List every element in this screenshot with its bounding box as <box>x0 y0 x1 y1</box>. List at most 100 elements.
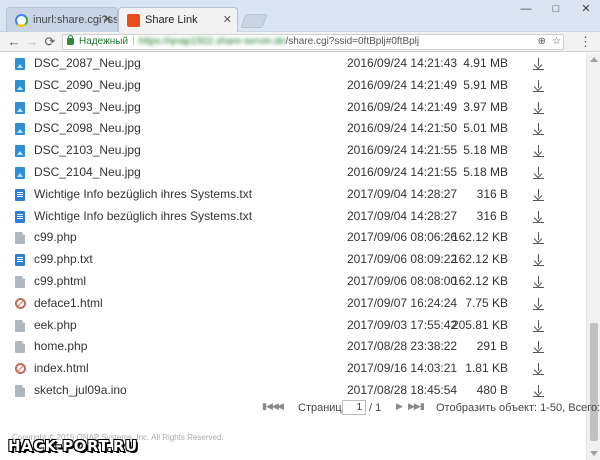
file-row[interactable]: DSC_2093_Neu.jpg 2016/09/24 14:21:49 3.97 … <box>0 97 586 119</box>
file-row[interactable]: c99.php 2017/09/06 08:06:26 162.12 KB <box>0 227 586 249</box>
file-name[interactable]: DSC_2090_Neu.jpg <box>34 75 141 97</box>
zoom-icon[interactable]: ⊕ <box>538 35 546 49</box>
file-name[interactable]: DSC_2098_Neu.jpg <box>34 118 141 140</box>
tab-share-link[interactable]: Share Link ✕ <box>118 7 238 32</box>
file-list: DSC_2087_Neu.jpg 2016/09/24 14:21:43 4.91 … <box>0 53 586 402</box>
page-number-input[interactable] <box>342 400 366 415</box>
download-icon[interactable] <box>533 57 545 71</box>
file-name[interactable]: home.php <box>34 336 87 358</box>
file-size: 3.97 MB <box>463 99 508 114</box>
file-row[interactable]: DSC_2103_Neu.jpg 2016/09/24 14:21:55 5.18 … <box>0 140 586 162</box>
file-name[interactable]: eek.php <box>34 315 77 337</box>
file-row[interactable]: c99.phtml 2017/09/06 08:08:00 162.12 KB <box>0 271 586 293</box>
file-name[interactable]: DSC_2087_Neu.jpg <box>34 53 141 75</box>
download-icon[interactable] <box>533 101 545 115</box>
forward-arrow-icon[interactable]: → <box>24 34 40 50</box>
file-name[interactable]: DSC_2093_Neu.jpg <box>34 97 141 119</box>
download-icon[interactable] <box>533 384 545 398</box>
window-close-button[interactable]: ✕ <box>576 2 596 16</box>
minimize-button[interactable]: — <box>516 2 536 16</box>
reload-icon[interactable]: ⟳ <box>42 34 58 50</box>
share-link-page: DSC_2087_Neu.jpg 2016/09/24 14:21:43 4.91 … <box>0 53 600 460</box>
download-icon[interactable] <box>533 253 545 267</box>
scroll-thumb[interactable] <box>590 323 598 441</box>
file-size: 316 B <box>476 186 508 201</box>
file-name[interactable]: DSC_2103_Neu.jpg <box>34 140 141 162</box>
image-file-icon <box>15 58 25 70</box>
file-name[interactable]: DSC_2104_Neu.jpg <box>34 162 141 184</box>
file-size: 162.12 KB <box>451 252 508 267</box>
file-size: 205.81 KB <box>451 317 508 332</box>
download-icon[interactable] <box>533 362 545 376</box>
generic-file-icon <box>15 341 25 354</box>
prev-page-icon[interactable]: ◀ <box>277 401 284 412</box>
first-page-icon[interactable]: ▮◀◀ <box>262 401 279 412</box>
browser-titlebar: inurl:share.cgi?ssid= - П ✕ Share Link ✕… <box>0 0 600 32</box>
file-row[interactable]: deface1.html 2017/09/07 16:24:24 7.75 KB <box>0 293 586 315</box>
file-name[interactable]: index.html <box>34 358 89 380</box>
file-row[interactable]: index.html 2017/09/16 14:03:21 1.81 KB <box>0 358 586 380</box>
pagination: ▮◀◀ ◀ Страница / 1 ▶ ▶▶▮ Отобразить объе… <box>0 398 600 418</box>
file-size: 162.12 KB <box>451 273 508 288</box>
file-row[interactable]: DSC_2104_Neu.jpg 2016/09/24 14:21:55 5.18 … <box>0 162 586 184</box>
scroll-down-icon[interactable] <box>590 451 598 456</box>
url-host: https://qnap1502.share-server.de <box>138 36 286 47</box>
maximize-button[interactable]: □ <box>546 2 566 16</box>
file-row[interactable]: eek.php 2017/09/03 17:55:42 205.81 KB <box>0 315 586 337</box>
address-bar[interactable]: Надежный | https://qnap1502.share-server.d… <box>62 34 564 50</box>
image-file-icon <box>15 79 25 92</box>
file-row[interactable]: DSC_2098_Neu.jpg 2016/09/24 14:21:50 5.01 … <box>0 118 586 140</box>
download-icon[interactable] <box>533 188 545 202</box>
file-name[interactable]: deface1.html <box>34 293 103 315</box>
file-row[interactable]: Wichtige Info bezüglich ihres Systems.tx… <box>0 184 586 206</box>
text-file-icon <box>15 210 25 223</box>
file-size: 5.18 MB <box>463 164 508 179</box>
scroll-up-icon[interactable] <box>590 57 598 62</box>
download-icon[interactable] <box>533 319 545 333</box>
share-link-icon <box>127 14 140 27</box>
menu-icon[interactable]: ⋮ <box>579 34 592 50</box>
address-bar-icons: ⊕ ☆ <box>538 35 561 49</box>
image-file-icon <box>15 145 25 158</box>
browser-toolbar: ← → ⟳ Надежный | https://qnap1502.share-se… <box>0 32 600 52</box>
file-row[interactable]: c99.php.txt 2017/09/06 08:09:22 162.12 KB <box>0 249 586 271</box>
download-icon[interactable] <box>533 166 545 180</box>
address-separator: | <box>132 36 135 47</box>
text-file-icon <box>15 254 25 267</box>
close-icon[interactable]: ✕ <box>223 8 232 32</box>
next-page-icon[interactable]: ▶ <box>396 401 403 412</box>
star-icon[interactable]: ☆ <box>552 35 561 49</box>
file-row[interactable]: home.php 2017/08/28 23:38:22 291 B <box>0 336 586 358</box>
file-row[interactable]: Wichtige Info bezüglich ihres Systems.tx… <box>0 206 586 228</box>
file-size: 162.12 KB <box>451 230 508 245</box>
file-name[interactable]: c99.phtml <box>34 271 86 293</box>
download-icon[interactable] <box>533 275 545 289</box>
download-icon[interactable] <box>533 231 545 245</box>
download-icon[interactable] <box>533 340 545 354</box>
download-icon[interactable] <box>533 79 545 93</box>
new-tab-button[interactable] <box>240 14 268 28</box>
file-row[interactable]: DSC_2087_Neu.jpg 2016/09/24 14:21:43 4.91 … <box>0 53 586 75</box>
download-icon[interactable] <box>533 122 545 136</box>
file-name[interactable]: Wichtige Info bezüglich ihres Systems.tx… <box>34 206 252 228</box>
download-icon[interactable] <box>533 210 545 224</box>
url-path: /share.cgi?ssid=0ftBplj#0ftBplj <box>285 36 420 47</box>
secure-label: Надежный <box>79 36 129 47</box>
file-size: 316 B <box>476 208 508 223</box>
file-name[interactable]: Wichtige Info bezüglich ihres Systems.tx… <box>34 184 252 206</box>
file-row[interactable]: DSC_2090_Neu.jpg 2016/09/24 14:21:49 5.91 … <box>0 75 586 97</box>
tab-search[interactable]: inurl:share.cgi?ssid= - П ✕ <box>6 7 118 32</box>
file-size: 5.01 MB <box>463 121 508 136</box>
scrollbar[interactable] <box>586 53 600 460</box>
close-icon[interactable]: ✕ <box>103 8 112 32</box>
file-name[interactable]: c99.php.txt <box>34 249 93 271</box>
file-size: 4.91 MB <box>463 56 508 70</box>
image-file-icon <box>15 123 25 136</box>
image-file-icon <box>15 166 25 179</box>
download-icon[interactable] <box>533 144 545 158</box>
google-icon <box>15 14 28 27</box>
last-page-icon[interactable]: ▶▶▮ <box>408 401 425 412</box>
file-name[interactable]: c99.php <box>34 227 77 249</box>
download-icon[interactable] <box>533 297 545 311</box>
back-arrow-icon[interactable]: ← <box>6 34 22 50</box>
